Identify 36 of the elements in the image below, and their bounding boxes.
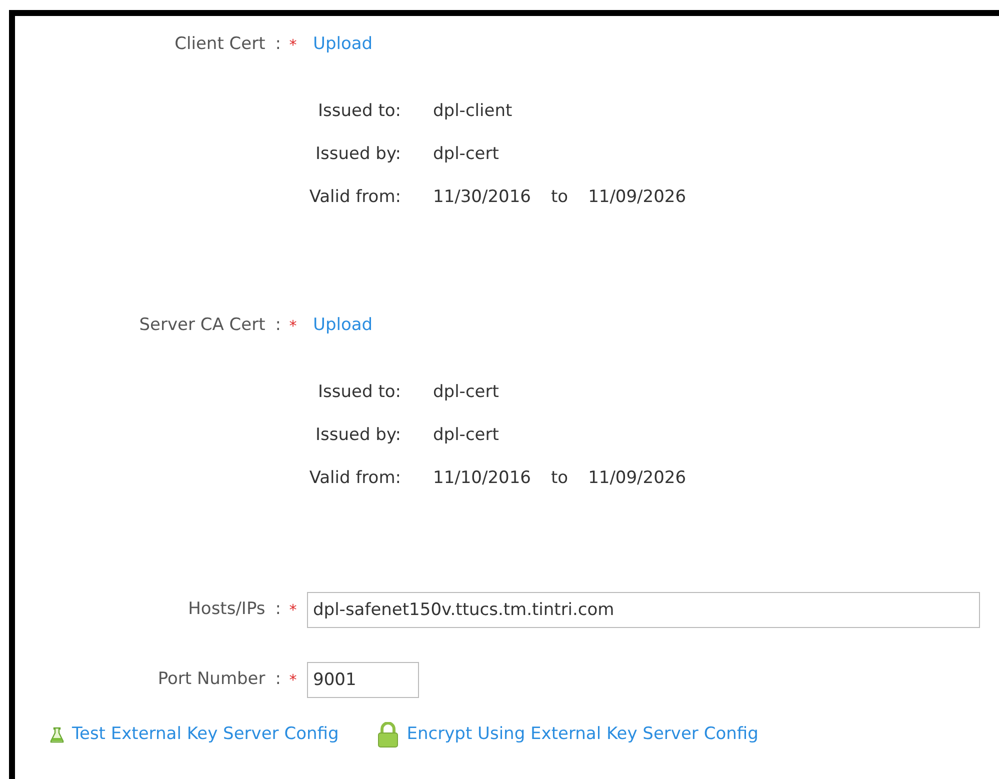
detail-label: Issued by: [316, 424, 401, 448]
text-field[interactable]: 9001 [307, 662, 419, 698]
field-label: Server CA Cert [139, 314, 266, 338]
detail-label: Issued to: [318, 381, 401, 404]
config-link[interactable]: Encrypt Using External Key Server Config [376, 722, 758, 748]
config-link[interactable]: Test External Key Server Config [50, 722, 339, 748]
field-label: Client Cert [174, 33, 266, 56]
colon: : [275, 668, 281, 692]
colon: : [275, 33, 281, 56]
required-marker: * [289, 670, 297, 691]
detail-label: Valid from: [309, 186, 401, 210]
detail-label: Issued to: [318, 100, 401, 124]
valid-from-date: 11/30/2016 [433, 186, 531, 210]
detail-value: dpl-cert [433, 143, 499, 166]
date-separator: to [550, 186, 568, 210]
upload-link[interactable]: Upload [313, 32, 373, 58]
required-marker: * [289, 34, 297, 56]
flask-icon [50, 727, 64, 743]
valid-to-date: 11/09/2026 [588, 186, 686, 210]
date-separator: to [550, 467, 568, 490]
field-label: Hosts/IPs [188, 598, 266, 622]
valid-to-date: 11/09/2026 [588, 467, 686, 490]
required-marker: * [289, 600, 297, 621]
colon: : [275, 314, 281, 338]
upload-link[interactable]: Upload [313, 313, 373, 339]
detail-label: Issued by: [316, 143, 401, 166]
text-field[interactable]: dpl-safenet150v.ttucs.tm.tintri.com [307, 592, 980, 628]
detail-label: Valid from: [309, 467, 401, 490]
required-marker: * [289, 316, 297, 337]
field-label: Port Number [158, 668, 266, 692]
detail-value: dpl-cert [433, 424, 499, 448]
detail-value: dpl-cert [433, 381, 499, 404]
colon: : [275, 598, 281, 622]
detail-value: dpl-client [433, 100, 512, 124]
valid-from-date: 11/10/2016 [433, 467, 531, 490]
lock-icon [376, 722, 399, 748]
